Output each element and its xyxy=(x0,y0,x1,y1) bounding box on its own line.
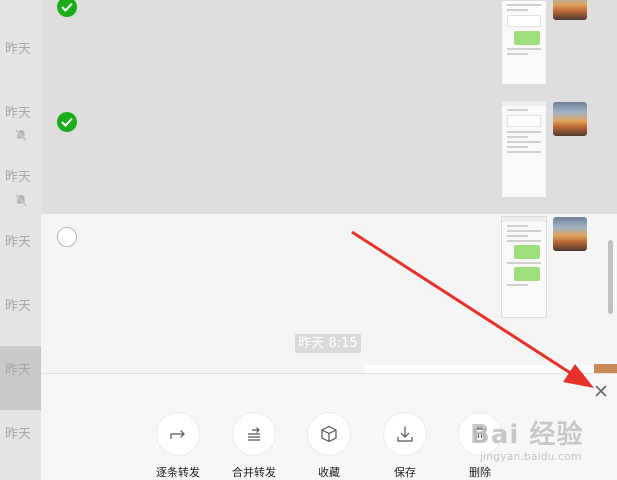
action-circle xyxy=(156,412,200,456)
conversation-item[interactable]: 昨天 xyxy=(0,214,41,278)
action-circle xyxy=(458,412,502,456)
checkmark-icon xyxy=(61,117,73,127)
action-label: 合并转发 xyxy=(232,466,276,479)
conversation-date: 昨天 xyxy=(5,170,32,185)
conversation-list: 昨天 昨天 昨天 昨天 昨天 昨天 昨天 xyxy=(0,0,41,480)
trash-icon xyxy=(473,426,487,442)
conversation-date: 昨天 xyxy=(5,235,32,250)
message-row[interactable] xyxy=(41,0,617,103)
merge-forward-icon xyxy=(248,427,260,441)
action-label: 删除 xyxy=(469,466,491,479)
conversation-date: 昨天 xyxy=(5,299,32,314)
multi-select-action-bar: 逐条转发 合并转发 收藏 保存 删除 xyxy=(41,373,617,480)
checkmark-icon xyxy=(61,2,73,12)
close-icon[interactable] xyxy=(594,384,608,398)
conversation-item[interactable]: 昨天 xyxy=(0,278,41,342)
action-circle xyxy=(232,412,276,456)
sender-avatar[interactable] xyxy=(553,102,587,136)
conversation-date: 昨天 xyxy=(5,106,32,121)
screenshot-image[interactable] xyxy=(501,0,547,85)
mute-bell-icon xyxy=(15,194,27,207)
conversation-item-active[interactable]: 昨天 xyxy=(0,346,41,410)
conversation-item[interactable]: 昨天 xyxy=(0,82,41,146)
conversation-item[interactable]: 昨天 xyxy=(0,14,41,78)
action-circle xyxy=(307,412,351,456)
sender-avatar[interactable] xyxy=(553,0,587,20)
delete-button[interactable]: 删除 xyxy=(440,412,520,480)
conversation-date: 昨天 xyxy=(5,363,32,378)
merge-forward-button[interactable]: 合并转发 xyxy=(214,412,294,480)
conversation-item[interactable]: 昨天 xyxy=(0,150,41,214)
conversation-date: 昨天 xyxy=(5,42,32,57)
save-button[interactable]: 保存 xyxy=(365,412,445,480)
chat-message-area xyxy=(41,0,617,373)
favorite-cube-icon xyxy=(321,425,337,443)
message-bubble[interactable] xyxy=(365,365,617,373)
sender-avatar[interactable] xyxy=(553,217,587,251)
conversation-item[interactable]: 昨天 xyxy=(0,410,41,474)
mute-bell-icon xyxy=(15,129,27,142)
action-label: 逐条转发 xyxy=(156,466,200,479)
sender-avatar[interactable] xyxy=(594,364,617,373)
download-icon xyxy=(397,426,413,442)
time-divider: 昨天 8:15 xyxy=(295,334,361,353)
favorite-button[interactable]: 收藏 xyxy=(289,412,369,480)
action-label: 保存 xyxy=(394,466,416,479)
share-icon xyxy=(170,430,185,439)
chat-scrollbar[interactable] xyxy=(608,240,613,314)
selected-checkbox[interactable] xyxy=(57,0,77,17)
conversation-date: 昨天 xyxy=(5,427,32,442)
unselected-checkbox[interactable] xyxy=(57,227,77,247)
forward-one-by-one-button[interactable]: 逐条转发 xyxy=(138,412,218,480)
screenshot-image[interactable] xyxy=(501,100,547,198)
screenshot-image[interactable] xyxy=(501,216,547,318)
selected-checkbox[interactable] xyxy=(57,112,77,132)
message-row[interactable] xyxy=(41,100,617,214)
action-circle xyxy=(383,412,427,456)
action-label: 收藏 xyxy=(318,466,340,479)
